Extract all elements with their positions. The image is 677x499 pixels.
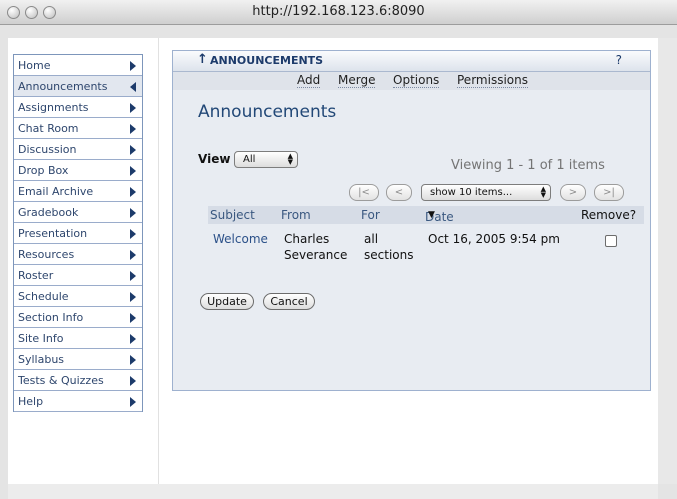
cancel-button[interactable]: Cancel	[263, 293, 315, 310]
help-link[interactable]: ?	[616, 53, 622, 67]
sidebar-item-label: Section Info	[18, 311, 84, 324]
sidebar-item-assignments[interactable]: Assignments	[14, 97, 142, 118]
next-page-button[interactable]: >	[560, 184, 586, 201]
chevron-right-icon	[130, 334, 136, 344]
last-page-button[interactable]: >|	[594, 184, 624, 201]
chevron-left-icon	[130, 82, 136, 92]
sidebar-item-presentation[interactable]: Presentation	[14, 223, 142, 244]
sidebar-item-drop-box[interactable]: Drop Box	[14, 160, 142, 181]
announcement-subject-link[interactable]: Welcome	[213, 231, 268, 247]
permissions-link[interactable]: Permissions	[457, 73, 528, 88]
sidebar-item-label: Roster	[18, 269, 54, 282]
remove-column-header: Remove?	[581, 208, 637, 222]
announcement-date: Oct 16, 2005 9:54 pm	[428, 232, 560, 246]
sidebar-item-help[interactable]: Help	[14, 391, 142, 412]
sidebar-item-label: Presentation	[18, 227, 88, 240]
sidebar-item-label: Chat Room	[18, 122, 79, 135]
page-size-select[interactable]: show 10 items... ▲ ▼	[421, 184, 551, 201]
remove-checkbox[interactable]	[605, 235, 617, 247]
sidebar-item-label: Email Archive	[18, 185, 94, 198]
sidebar-item-label: Announcements	[18, 80, 108, 93]
horizontal-scrollbar[interactable]	[8, 484, 658, 499]
sidebar-item-announcements[interactable]: Announcements	[14, 76, 142, 97]
sidebar-item-label: Schedule	[18, 290, 69, 303]
chevron-right-icon	[130, 271, 136, 281]
view-select[interactable]: All ▲ ▼	[234, 151, 298, 168]
vertical-scrollbar[interactable]	[658, 38, 677, 484]
from-line-2: Severance	[284, 248, 348, 262]
sidebar-item-label: Drop Box	[18, 164, 69, 177]
from-line-1: Charles	[284, 232, 330, 246]
view-label: View	[198, 152, 231, 166]
page-size-value: show 10 items...	[430, 187, 513, 198]
window-title: http://192.168.123.6:8090	[252, 4, 425, 19]
announcement-from: Charles Severance	[284, 231, 347, 263]
chevron-right-icon	[130, 103, 136, 113]
chevron-right-icon	[130, 250, 136, 260]
sidebar-item-email-archive[interactable]: Email Archive	[14, 181, 142, 202]
merge-link[interactable]: Merge	[338, 73, 376, 88]
sidebar-item-label: Assignments	[18, 101, 89, 114]
page-title: Announcements	[198, 102, 337, 122]
chevron-right-icon	[130, 208, 136, 218]
chevron-right-icon	[130, 229, 136, 239]
announcements-portlet: ↑ ANNOUNCEMENTS ? Add Merge Options Perm…	[172, 50, 651, 391]
sidebar-item-label: Gradebook	[18, 206, 79, 219]
sidebar-item-tests-quizzes[interactable]: Tests & Quizzes	[14, 370, 142, 391]
for-column-header[interactable]: For	[361, 208, 380, 222]
table-header: Subject From For Date ▼ Remove?	[208, 206, 644, 224]
up-arrow-icon: ↑	[197, 52, 208, 67]
view-select-value: All	[243, 154, 256, 165]
sidebar-item-resources[interactable]: Resources	[14, 244, 142, 265]
portlet-title-bar: ↑ ANNOUNCEMENTS ?	[173, 51, 650, 72]
sidebar-item-label: Discussion	[18, 143, 77, 156]
select-arrows-icon: ▲ ▼	[540, 185, 546, 199]
announcement-for: all sections	[364, 231, 413, 263]
page-content: Home Announcements Assignments Chat Room…	[8, 38, 658, 484]
chevron-right-icon	[130, 61, 136, 71]
chevron-right-icon	[130, 376, 136, 386]
for-line-2: sections	[364, 248, 414, 262]
viewing-count: Viewing 1 - 1 of 1 items	[451, 158, 605, 173]
portlet-toolbar: Add Merge Options Permissions	[173, 72, 650, 90]
sidebar-item-home[interactable]: Home	[14, 55, 142, 76]
sidebar-item-label: Help	[18, 395, 44, 408]
sidebar-nav: Home Announcements Assignments Chat Room…	[13, 54, 143, 412]
chevron-right-icon	[130, 166, 136, 176]
chevron-right-icon	[130, 145, 136, 155]
first-page-button[interactable]: |<	[349, 184, 379, 201]
portlet-title: ANNOUNCEMENTS	[210, 54, 324, 67]
select-arrows-icon: ▲ ▼	[287, 152, 293, 166]
column-divider	[158, 38, 159, 484]
sidebar-item-schedule[interactable]: Schedule	[14, 286, 142, 307]
sidebar-item-label: Home	[18, 59, 51, 72]
sidebar-item-gradebook[interactable]: Gradebook	[14, 202, 142, 223]
chevron-right-icon	[130, 124, 136, 134]
sidebar-item-label: Syllabus	[18, 353, 65, 366]
sidebar-item-site-info[interactable]: Site Info	[14, 328, 142, 349]
for-line-1: all	[364, 232, 379, 246]
sidebar-item-discussion[interactable]: Discussion	[14, 139, 142, 160]
sidebar-item-syllabus[interactable]: Syllabus	[14, 349, 142, 370]
options-link[interactable]: Options	[393, 73, 440, 88]
from-column-header[interactable]: From	[281, 208, 311, 222]
update-button[interactable]: Update	[200, 293, 254, 310]
sidebar-item-label: Tests & Quizzes	[18, 374, 104, 387]
window-titlebar: http://192.168.123.6:8090	[0, 0, 677, 25]
sidebar-item-label: Resources	[18, 248, 75, 261]
chevron-right-icon	[130, 355, 136, 365]
sidebar-item-section-info[interactable]: Section Info	[14, 307, 142, 328]
sidebar-item-roster[interactable]: Roster	[14, 265, 142, 286]
chevron-right-icon	[130, 313, 136, 323]
sort-descending-icon[interactable]: ▼	[428, 210, 435, 220]
sidebar-item-label: Site Info	[18, 332, 64, 345]
chevron-right-icon	[130, 397, 136, 407]
previous-page-button[interactable]: <	[386, 184, 412, 201]
add-link[interactable]: Add	[297, 73, 321, 88]
chevron-right-icon	[130, 292, 136, 302]
sidebar-item-chat-room[interactable]: Chat Room	[14, 118, 142, 139]
chevron-right-icon	[130, 187, 136, 197]
subject-column-header[interactable]: Subject	[210, 208, 255, 222]
